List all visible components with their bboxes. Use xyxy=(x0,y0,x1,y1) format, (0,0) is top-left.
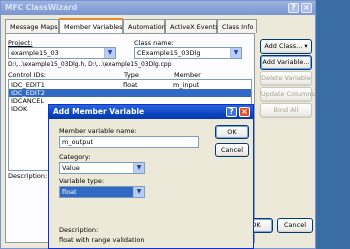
tab-automation[interactable]: Automation xyxy=(123,19,166,33)
classwizard-title: MFC ClassWizard xyxy=(5,3,78,12)
project-value: example15_03 xyxy=(11,49,59,57)
classwizard-titlebar[interactable]: MFC ClassWizard xyxy=(1,1,315,15)
tab-class-info[interactable]: Class Info xyxy=(217,19,257,33)
dialog-description-label: Description: xyxy=(59,226,99,234)
member-name-input[interactable]: m_output xyxy=(59,136,199,148)
cancel-button[interactable]: Cancel xyxy=(277,218,313,233)
dialog-ok-button[interactable]: OK xyxy=(215,125,249,139)
control-id: IDC_EDIT1 xyxy=(11,81,45,89)
col-member: Member xyxy=(174,71,201,79)
category-label: Category: xyxy=(59,153,91,161)
chevron-down-icon: ▼ xyxy=(133,163,144,173)
classname-combo[interactable]: CExample15_03Dlg ▼ xyxy=(134,47,242,59)
classname-label: Class name: xyxy=(134,39,174,47)
list-item[interactable]: IDC_EDIT1 float m_input xyxy=(9,81,251,89)
add-member-title: Add Member Variable xyxy=(53,107,145,116)
description-label: Description: xyxy=(8,172,48,180)
dialog-description-text: float with range validation xyxy=(59,236,145,244)
chevron-down-icon: ▼ xyxy=(133,187,144,197)
help-icon[interactable]: ? xyxy=(226,107,237,117)
add-variable-button[interactable]: Add Variable... xyxy=(260,55,312,70)
category-value: Value xyxy=(62,164,80,172)
update-columns-button[interactable]: Update Columns xyxy=(260,87,315,102)
control-id: IDC_EDIT2 xyxy=(11,89,45,97)
classname-value: CExample15_03Dlg xyxy=(137,49,201,57)
bind-all-button[interactable]: Bind All xyxy=(260,103,312,118)
control-id: IDCANCEL xyxy=(11,97,45,105)
dialog-cancel-button[interactable]: Cancel xyxy=(215,143,249,157)
variable-type-combo[interactable]: float ▼ xyxy=(59,186,145,198)
add-member-titlebar[interactable]: Add Member Variable xyxy=(49,105,253,119)
help-button[interactable]: ? xyxy=(288,3,299,13)
list-item-selected[interactable]: IDC_EDIT2 xyxy=(9,89,251,97)
project-label: Project: xyxy=(8,39,33,47)
tab-member-variables[interactable]: Member Variables xyxy=(59,18,123,34)
control-id: IDOK xyxy=(11,105,28,113)
close-icon[interactable]: × xyxy=(301,3,312,13)
chevron-down-icon: ▾ xyxy=(304,42,308,50)
member-name-label: Member variable name: xyxy=(59,127,137,135)
close-icon[interactable]: × xyxy=(239,107,250,117)
member-name-value: m_output xyxy=(62,138,94,146)
tab-message-maps[interactable]: Message Maps xyxy=(5,19,59,33)
chevron-down-icon: ▼ xyxy=(230,48,241,58)
control-member: m_input xyxy=(173,81,200,89)
col-type: Type xyxy=(124,71,139,79)
tab-activex-events[interactable]: ActiveX Events xyxy=(165,19,219,33)
chevron-down-icon: ▼ xyxy=(104,48,115,58)
variable-type-label: Variable type: xyxy=(59,177,105,185)
control-type: float xyxy=(123,81,138,89)
add-member-variable-dialog: Add Member Variable ? × Member variable … xyxy=(48,104,254,249)
add-class-button[interactable]: Add Class... ▾ xyxy=(260,39,312,54)
variable-type-value: float xyxy=(62,188,77,196)
col-control-ids: Control IDs: xyxy=(8,71,47,79)
project-combo[interactable]: example15_03 ▼ xyxy=(8,47,116,59)
delete-variable-button[interactable]: Delete Variable xyxy=(260,71,312,86)
category-combo[interactable]: Value ▼ xyxy=(59,162,145,174)
file-path-text: D:\...\example15_03Dlg.h, D:\...\example… xyxy=(8,61,172,68)
